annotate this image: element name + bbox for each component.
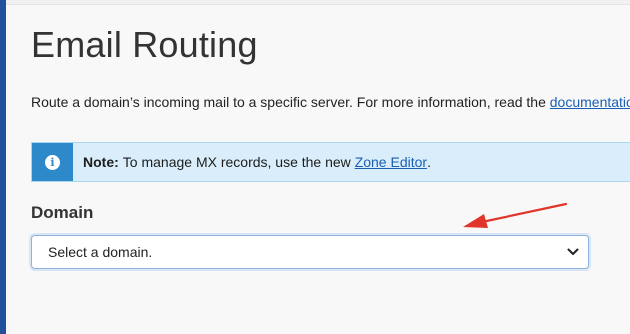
domain-select-value: Select a domain.: [48, 244, 153, 260]
alert-message: To manage MX records, use the new: [122, 154, 355, 170]
sidebar-edge: [0, 0, 6, 334]
alert-suffix: .: [427, 154, 431, 170]
page-title: Email Routing: [31, 24, 258, 65]
domain-select[interactable]: Select a domain.: [31, 235, 589, 269]
alert-icon-box: i: [32, 143, 73, 181]
note-alert: i Note: To manage MX records, use the ne…: [31, 142, 630, 182]
description-text: Route a domain’s incoming mail to a spec…: [31, 94, 550, 110]
info-icon: i: [45, 154, 60, 170]
chevron-down-icon: [566, 245, 580, 259]
zone-editor-link[interactable]: Zone Editor: [355, 154, 427, 170]
email-routing-page: Email Routing Route a domain’s incoming …: [0, 0, 630, 334]
note-label: Note:: [83, 154, 119, 170]
alert-text: Note: To manage MX records, use the new …: [73, 143, 431, 181]
documentation-link[interactable]: documentation.: [550, 94, 630, 110]
page-description: Route a domain’s incoming mail to a spec…: [31, 94, 630, 110]
top-bar: [6, 0, 630, 5]
domain-label: Domain: [31, 203, 94, 222]
